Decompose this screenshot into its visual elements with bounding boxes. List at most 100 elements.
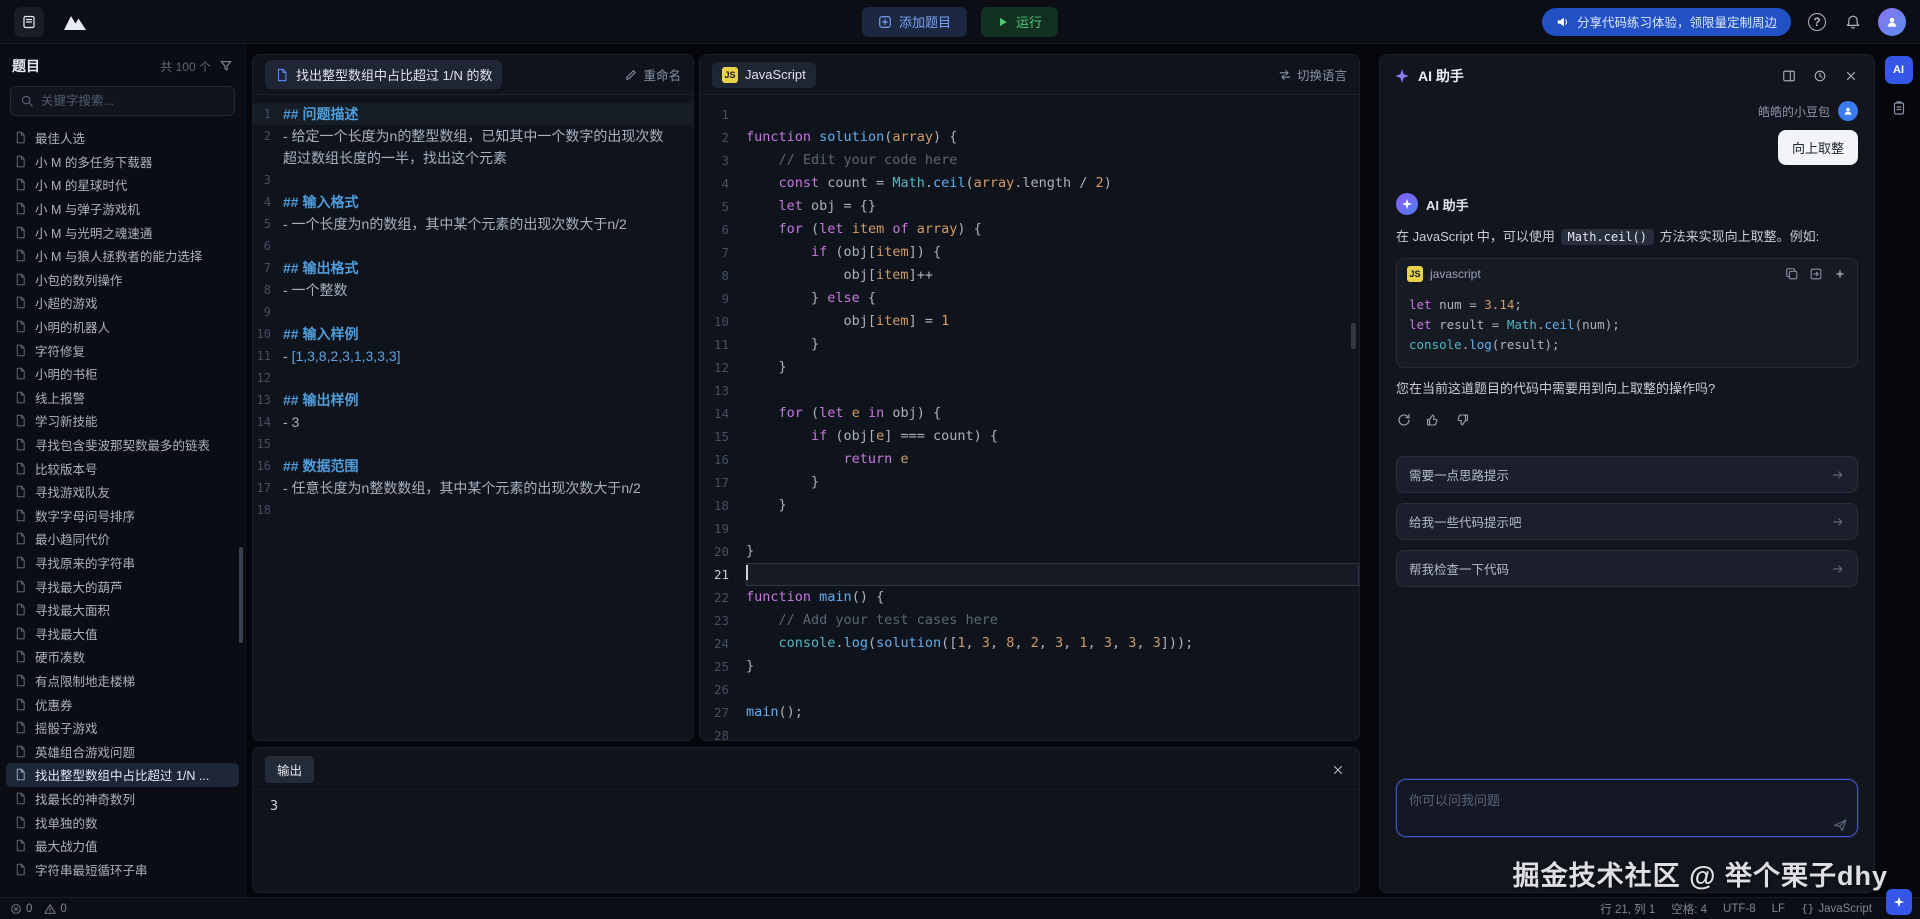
sidebar-item[interactable]: 学习新技能 [6,409,239,433]
code-line[interactable]: 26 [700,678,1359,701]
code-line[interactable]: 23 // Add your test cases here [700,609,1359,632]
thumbs-up-button[interactable] [1425,412,1441,428]
code-line[interactable]: 16 return e [700,448,1359,471]
language-mode[interactable]: {} JavaScript [1801,902,1872,915]
code-line[interactable]: 15 [253,433,693,455]
marscode-logo[interactable] [54,7,96,37]
sidebar-item[interactable]: 硬币凑数 [6,645,239,669]
run-button[interactable]: 运行 [981,7,1058,37]
code-line[interactable]: 16## 数据范围 [253,455,693,477]
code-line[interactable]: 10 obj[item] = 1 [700,310,1359,333]
indent-setting[interactable]: 空格: 4 [1671,901,1707,917]
sidebar-item[interactable]: 小明的机器人 [6,315,239,339]
code-line[interactable]: 4 const count = Math.ceil(array.length /… [700,172,1359,195]
code-line[interactable]: 6 for (let item of array) { [700,218,1359,241]
add-problem-button[interactable]: 添加题目 [862,7,967,37]
sidebar-item[interactable]: 数字字母问号排序 [6,504,239,528]
sidebar-item[interactable]: 小 M 的星球时代 [6,173,239,197]
code-line[interactable]: 10## 输入样例 [253,323,693,345]
code-line[interactable]: 25} [700,655,1359,678]
code-line[interactable]: 21 [700,563,1359,586]
insert-code-button[interactable] [1809,267,1823,281]
editor-scrollbar[interactable] [1351,323,1356,349]
search-box[interactable] [10,86,235,116]
sidebar-item[interactable]: 字符串最短循环子串 [6,857,239,881]
eol-setting[interactable]: LF [1772,903,1785,915]
sidebar-item[interactable]: 找单独的数 [6,810,239,834]
ai-open-panel-button[interactable] [1780,67,1798,85]
sidebar-item[interactable]: 小 M 的多任务下载器 [6,150,239,174]
suggestion-chip[interactable]: 给我一些代码提示吧 [1396,503,1858,540]
output-close-button[interactable] [1329,761,1347,779]
code-line[interactable]: 24 console.log(solution([1, 3, 8, 2, 3, … [700,632,1359,655]
notifications-button[interactable] [1843,12,1863,32]
thumbs-down-button[interactable] [1454,412,1470,428]
suggestion-chip[interactable]: 需要一点思路提示 [1396,456,1858,493]
sidebar-item[interactable]: 最大战力值 [6,834,239,858]
code-line[interactable]: 2function solution(array) { [700,126,1359,149]
code-line[interactable]: 8 obj[item]++ [700,264,1359,287]
rename-button[interactable]: 重命名 [624,65,681,84]
code-line[interactable]: 13## 输出样例 [253,389,693,411]
code-line[interactable]: 17 } [700,471,1359,494]
code-line[interactable]: 14- 3 [253,411,693,433]
code-line[interactable]: 1 [700,103,1359,126]
ai-input[interactable] [1396,779,1858,837]
ai-magic-button[interactable] [1833,267,1847,281]
sidebar-item[interactable]: 比较版本号 [6,456,239,480]
code-line[interactable]: 11- [1,3,8,2,3,1,3,3,3] [253,345,693,367]
sidebar-item[interactable]: 英雄组合游戏问题 [6,739,239,763]
code-line[interactable]: 17- 任意长度为n整数数组，其中某个元素的出现次数大于n/2 [253,477,693,499]
output-tab[interactable]: 输出 [265,756,314,783]
sidebar-item[interactable]: 寻找原来的字符串 [6,551,239,575]
code-line[interactable]: 11 } [700,333,1359,356]
language-tab[interactable]: JS JavaScript [712,62,816,88]
code-line[interactable]: 5- 一个长度为n的数组，其中某个元素的出现次数大于n/2 [253,213,693,235]
code-line[interactable]: 27main(); [700,701,1359,724]
code-line[interactable]: 7 if (obj[item]) { [700,241,1359,264]
code-line[interactable]: 9 [253,301,693,323]
code-line[interactable]: 5 let obj = {} [700,195,1359,218]
sidebar-item[interactable]: 小包的数列操作 [6,268,239,292]
code-line[interactable]: 7## 输出格式 [253,257,693,279]
regenerate-button[interactable] [1396,412,1412,428]
survey-button[interactable] [1891,100,1907,116]
sidebar-item[interactable]: 寻找最大值 [6,621,239,645]
sidebar-item[interactable]: 寻找游戏队友 [6,480,239,504]
copy-code-button[interactable] [1785,267,1799,281]
ai-history-button[interactable] [1811,67,1829,85]
ai-toggle-button[interactable]: AI [1885,56,1913,84]
suggestion-chip[interactable]: 帮我检查一下代码 [1396,550,1858,587]
code-line[interactable]: 18 } [700,494,1359,517]
sidebar-item[interactable]: 字符修复 [6,338,239,362]
floating-ai-button[interactable] [1886,889,1912,915]
sidebar-item[interactable]: 寻找最大面积 [6,598,239,622]
encoding[interactable]: UTF-8 [1723,903,1756,915]
code-line[interactable]: 3 [253,169,693,191]
sidebar-item[interactable]: 小 M 与狼人拯救者的能力选择 [6,244,239,268]
problem-title-chip[interactable]: 找出整型数组中占比超过 1/N 的数 [265,60,502,89]
sidebar-item[interactable]: 寻找最大的葫芦 [6,574,239,598]
sidebar-item[interactable]: 有点限制地走楼梯 [6,669,239,693]
sidebar-item[interactable]: 摇骰子游戏 [6,716,239,740]
code-line[interactable]: 2- 给定一个长度为n的整型数组，已知其中一个数字的出现次数超过数组长度的一半，… [253,125,693,169]
code-line[interactable]: 13 [700,379,1359,402]
code-line[interactable]: 4## 输入格式 [253,191,693,213]
code-line[interactable]: 9 } else { [700,287,1359,310]
code-line[interactable]: 15 if (obj[e] === count) { [700,425,1359,448]
sidebar-item[interactable]: 优惠券 [6,692,239,716]
sidebar-item[interactable]: 最佳人选 [6,126,239,150]
warnings-indicator[interactable]: 0 [44,903,66,915]
sidebar-item[interactable]: 找出整型数组中占比超过 1/N ... [6,763,239,787]
code-line[interactable]: 12 [253,367,693,389]
ai-close-button[interactable] [1842,67,1860,85]
code-line[interactable]: 1## 问题描述 [253,103,693,125]
code-line[interactable]: 19 [700,517,1359,540]
sidebar-item[interactable]: 寻找包含斐波那契数最多的链表 [6,433,239,457]
filter-button[interactable] [219,59,233,73]
send-button[interactable] [1832,817,1848,833]
sidebar-item[interactable]: 找最长的神奇数列 [6,787,239,811]
errors-indicator[interactable]: 0 [10,903,32,915]
promo-badge[interactable]: 分享代码练习体验，领限量定制周边 [1542,8,1791,36]
sidebar-item[interactable]: 小超的游戏 [6,291,239,315]
